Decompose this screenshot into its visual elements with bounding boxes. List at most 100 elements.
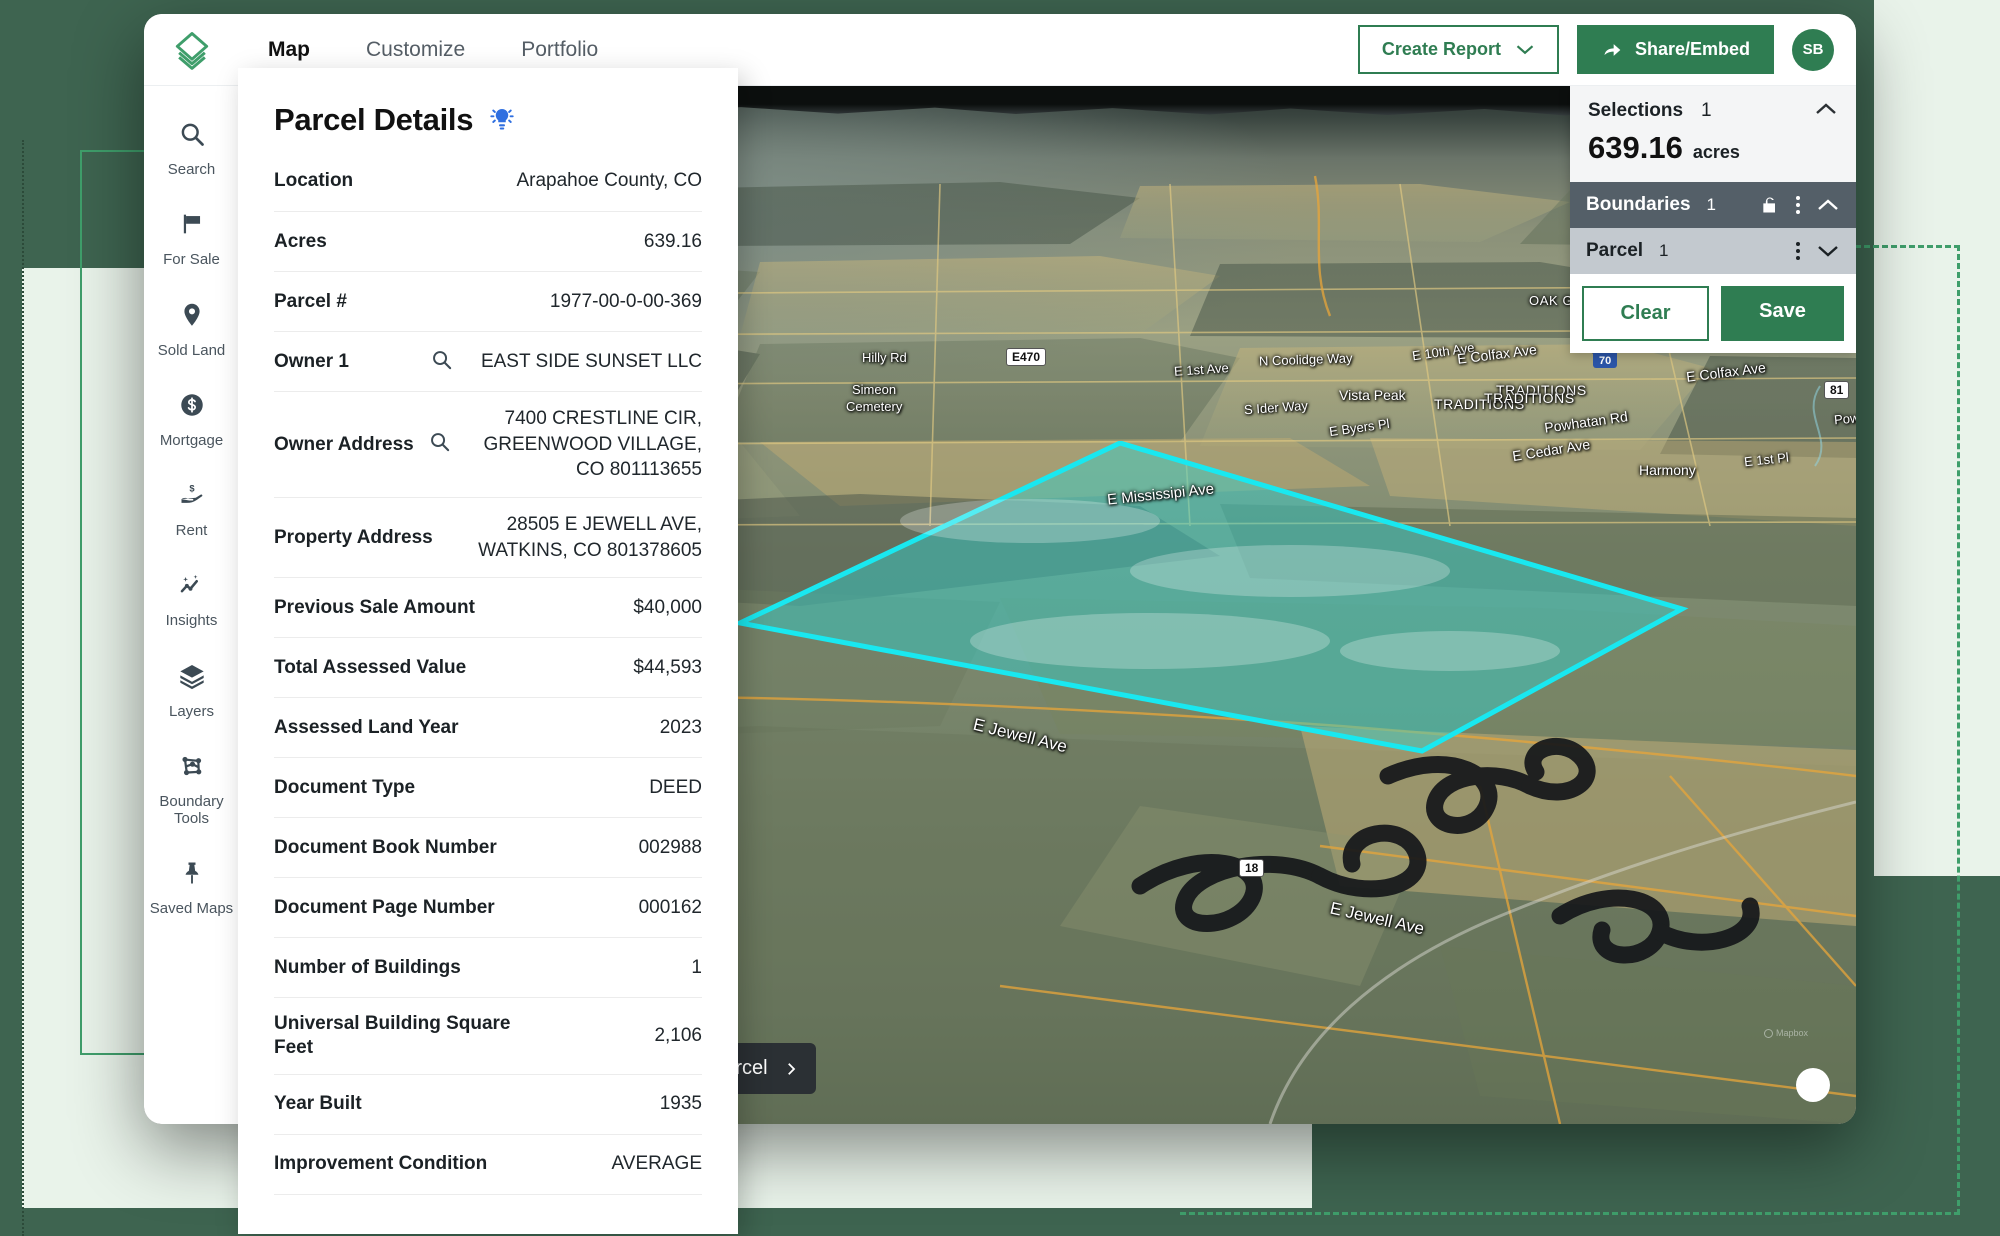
detail-row: Owner 1 EAST SIDE SUNSET LLC xyxy=(274,332,702,392)
selected-parcel-polygon[interactable] xyxy=(730,441,1690,771)
highway-shield: E470 xyxy=(1006,348,1047,366)
selections-actions: Clear Save xyxy=(1570,274,1856,353)
sidebar-item-sold-land[interactable]: Sold Land xyxy=(144,285,239,375)
detail-row-value: Arapahoe County, CO xyxy=(516,169,702,191)
sidebar-item-label: Insights xyxy=(165,612,218,630)
unlock-icon[interactable] xyxy=(1760,194,1780,216)
detail-row-label: Document Book Number xyxy=(274,836,497,858)
detail-row: Parcel # 1977-00-0-00-369 xyxy=(274,272,702,332)
detail-row-value: 28505 E JEWELL AVE, WATKINS, CO 80137860… xyxy=(478,513,702,561)
detail-row-value: 1935 xyxy=(659,1093,702,1115)
clear-button[interactable]: Clear xyxy=(1582,286,1709,341)
sidebar-item-for-sale[interactable]: For Sale xyxy=(144,194,239,284)
share-embed-label: Share/Embed xyxy=(1634,39,1750,59)
detail-row-value: 2,106 xyxy=(654,1025,702,1047)
map-recenter-button[interactable] xyxy=(1796,1068,1830,1102)
app-logo[interactable] xyxy=(144,28,240,72)
sidebar-item-boundary-tools[interactable]: Boundary Tools xyxy=(144,736,239,844)
left-sidebar[interactable]: Search For Sale Sold Land Mortgage $ Rent Insi… xyxy=(144,86,240,1124)
tab-label: Portfolio xyxy=(521,37,599,61)
attribution-mark-icon xyxy=(1763,1028,1773,1038)
sidebar-item-mortgage[interactable]: Mortgage xyxy=(144,375,239,465)
map-attribution: Mapbox xyxy=(1763,1028,1808,1038)
parcel-details-header: Parcel Details xyxy=(238,68,738,164)
parcel-row-label: Parcel xyxy=(1586,240,1644,261)
detail-row: Year Built 1935 xyxy=(274,1075,702,1135)
chevron-right-icon[interactable] xyxy=(782,1059,800,1079)
detail-row-label: Location xyxy=(274,169,354,191)
owner-search-icon[interactable] xyxy=(428,430,451,458)
top-bar-actions: Create Report Share/Embed SB xyxy=(1357,25,1856,74)
boundaries-collapse-icon[interactable] xyxy=(1816,197,1840,213)
boundaries-row[interactable]: Boundaries 1 xyxy=(1570,182,1856,228)
share-embed-button[interactable]: Share/Embed xyxy=(1576,25,1774,74)
search-icon xyxy=(178,120,206,153)
detail-row-value: 002988 xyxy=(638,836,702,858)
chevron-up-icon xyxy=(1816,102,1836,114)
detail-row-label: Previous Sale Amount xyxy=(274,596,475,618)
sidebar-item-layers[interactable]: Layers xyxy=(144,646,239,736)
detail-row: Universal Building Square Feet 2,106 xyxy=(274,998,702,1075)
detail-row-label: Universal Building Square Feet xyxy=(274,1013,511,1058)
detail-row-label: Parcel # xyxy=(274,290,347,312)
detail-row: Owner Address 7400 CRESTLINE CIR, GREENWO… xyxy=(274,392,702,498)
parcel-row[interactable]: Parcel 1 xyxy=(1570,228,1856,274)
detail-row-value: $44,593 xyxy=(633,656,702,678)
layers-icon xyxy=(178,662,206,695)
detail-row: Acres 639.16 xyxy=(274,212,702,272)
sidebar-item-label: Layers xyxy=(168,702,215,720)
save-button[interactable]: Save xyxy=(1721,286,1844,341)
attribution-text: Mapbox xyxy=(1775,1028,1808,1038)
decorative-dotted-line-left xyxy=(22,140,24,1236)
parcel-expand-icon[interactable] xyxy=(1816,243,1840,259)
sidebar-item-label: For Sale xyxy=(163,251,220,269)
detail-row: Improvement Condition AVERAGE xyxy=(274,1135,702,1195)
boundaries-menu-button[interactable] xyxy=(1796,196,1800,214)
create-report-label: Create Report xyxy=(1381,39,1501,59)
sidebar-item-insights[interactable]: Insights xyxy=(144,555,239,645)
pin-icon xyxy=(178,859,206,892)
create-report-button[interactable]: Create Report xyxy=(1357,25,1559,74)
detail-row-label: Document Page Number xyxy=(274,896,495,918)
tab-label: Customize xyxy=(366,37,466,61)
owner-search-icon[interactable] xyxy=(430,348,453,376)
detail-row: Document Type DEED xyxy=(274,758,702,819)
detail-row-value: 1977-00-0-00-369 xyxy=(549,290,702,312)
selections-header: Selections 1 xyxy=(1570,86,1856,128)
detail-row-label: Owner 1 xyxy=(274,350,349,372)
detail-row-value: 000162 xyxy=(638,896,702,918)
user-avatar[interactable]: SB xyxy=(1792,28,1834,71)
sidebar-item-label: Boundary Tools xyxy=(159,792,224,827)
lightbulb-icon[interactable] xyxy=(487,105,517,135)
detail-row-label: Acres xyxy=(274,230,327,252)
detail-row-label: Assessed Land Year xyxy=(274,716,459,738)
detail-row-value: 639.16 xyxy=(643,230,702,252)
sidebar-item-search[interactable]: Search xyxy=(144,104,239,194)
sidebar-item-label: Rent xyxy=(175,522,208,539)
detail-row: Document Book Number 002988 xyxy=(274,818,702,879)
detail-row-value: EAST SIDE SUNSET LLC xyxy=(480,350,702,372)
boundaries-label: Boundaries xyxy=(1586,194,1691,215)
selections-collapse-button[interactable] xyxy=(1814,101,1838,122)
detail-row-value: AVERAGE xyxy=(611,1153,702,1175)
selections-acres-value: 639.16 xyxy=(1588,130,1683,165)
selections-count: 1 xyxy=(1701,100,1712,121)
selections-acres: 639.16 acres xyxy=(1570,128,1856,182)
selections-panel: Selections 1 639.16 acres Boundaries 1 P… xyxy=(1570,86,1856,353)
for-sale-sign-icon xyxy=(178,210,206,243)
detail-row-value: 2023 xyxy=(659,716,702,738)
parcel-menu-button[interactable] xyxy=(1796,242,1800,260)
boundary-nodes-icon xyxy=(178,752,206,785)
detail-row-value: 7400 CRESTLINE CIR, GREENWOOD VILLAGE, C… xyxy=(483,408,702,481)
sidebar-item-saved-maps[interactable]: Saved Maps xyxy=(144,843,239,933)
selections-acres-unit: acres xyxy=(1692,142,1740,162)
detail-row: Previous Sale Amount $40,000 xyxy=(274,578,702,639)
detail-row-value: 1 xyxy=(691,956,702,978)
detail-row-label: Number of Buildings xyxy=(274,956,461,978)
chevron-down-icon xyxy=(1516,45,1534,55)
svg-text:$: $ xyxy=(189,484,195,494)
layers-logo-icon xyxy=(175,31,209,70)
trend-chart-icon xyxy=(178,571,206,604)
sidebar-item-rent[interactable]: $ Rent xyxy=(144,465,239,555)
detail-row: Location Arapahoe County, CO xyxy=(274,164,702,212)
